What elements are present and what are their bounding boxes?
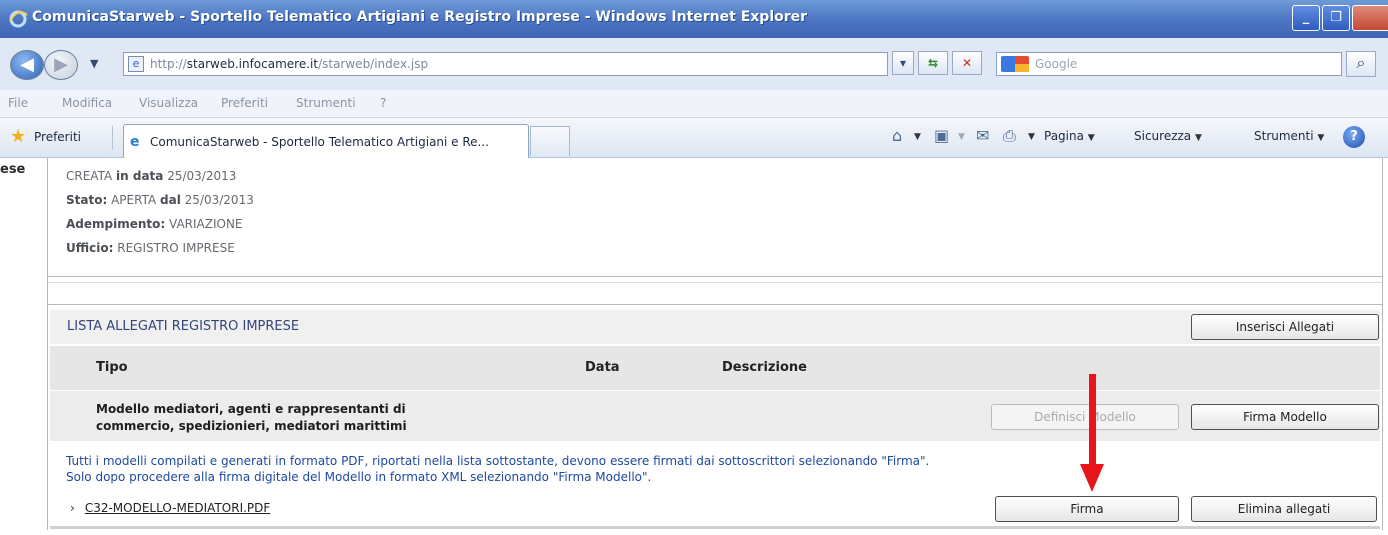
delete-attachments-button[interactable]: Elimina allegati (1191, 496, 1377, 522)
favorites-bar: ★ Preferiti e ComunicaStarweb - Sportell… (0, 118, 1388, 158)
column-tipo: Tipo (96, 360, 128, 375)
favorites-star-icon[interactable]: ★ (10, 128, 26, 146)
insert-attachments-button[interactable]: Inserisci Allegati (1191, 314, 1379, 340)
window-title: ComunicaStarweb - Sportello Telematico A… (32, 9, 808, 25)
back-arrow-icon: ◀ (20, 54, 34, 75)
menu-file[interactable]: File (8, 96, 28, 110)
sign-button[interactable]: Firma (995, 496, 1179, 522)
page-icon: e (128, 56, 144, 72)
model-name: Modello mediatori, agenti e rappresentan… (96, 402, 407, 433)
new-tab-button[interactable] (530, 126, 570, 156)
menu-bar: File Modifica Visualizza Preferiti Strum… (0, 90, 1388, 118)
search-icon[interactable]: ⌕ (1346, 51, 1376, 77)
red-annotation-arrow (1089, 374, 1096, 466)
section-title: LISTA ALLEGATI REGISTRO IMPRESE (67, 319, 300, 334)
menu-visualizza[interactable]: Visualizza (139, 96, 198, 110)
office-line: Ufficio: REGISTRO IMPRESE (66, 241, 235, 255)
divider (48, 304, 1382, 305)
forward-arrow-icon: ▶ (54, 54, 68, 75)
feeds-icon[interactable]: ▣ (934, 126, 949, 145)
practice-info: CREATA in data 25/03/2013 Stato: APERTA … (66, 164, 254, 260)
print-dropdown-icon[interactable]: ▼ (1028, 132, 1035, 142)
print-icon[interactable]: ⎙ (1003, 126, 1016, 146)
left-cut-text: ese (0, 162, 26, 177)
model-row: Modello mediatori, agenti e rappresentan… (50, 391, 1380, 441)
divider (50, 526, 1380, 529)
home-icon[interactable]: ⌂ (892, 126, 902, 145)
menu-help[interactable]: ? (380, 96, 386, 110)
sign-model-button[interactable]: Firma Modello (1191, 404, 1379, 430)
divider (48, 276, 1382, 277)
internet-explorer-icon: e (130, 134, 140, 150)
divider (48, 282, 1382, 283)
url-dropdown-icon[interactable]: ▾ (892, 51, 914, 75)
practice-panel: CREATA in data 25/03/2013 Stato: APERTA … (47, 158, 1383, 530)
attachments-section-header: LISTA ALLEGATI REGISTRO IMPRESE Inserisc… (50, 310, 1380, 344)
stop-icon[interactable]: ✕ (952, 51, 982, 75)
tab-title: ComunicaStarweb - Sportello Telematico A… (150, 135, 489, 149)
help-icon[interactable]: ? (1343, 126, 1365, 148)
recent-pages-dropdown-icon[interactable]: ▼ (90, 57, 98, 70)
url-field[interactable]: e http://starweb.infocamere.it/starweb/i… (123, 52, 888, 76)
favorites-button[interactable]: Preferiti (34, 130, 81, 144)
search-field[interactable]: Google (996, 52, 1342, 76)
tab-comunicastarweb[interactable]: e ComunicaStarweb - Sportello Telematico… (123, 124, 529, 158)
tools-menu[interactable]: Strumenti ▼ (1254, 129, 1324, 143)
menu-preferiti[interactable]: Preferiti (221, 96, 268, 110)
forward-button[interactable]: ▶ (44, 50, 78, 80)
chevron-right-icon: › (70, 501, 75, 515)
url-text: http://starweb.infocamere.it/starweb/ind… (150, 57, 429, 71)
column-descrizione: Descrizione (722, 360, 807, 375)
feeds-dropdown-icon[interactable]: ▼ (958, 132, 965, 142)
window-title-bar: ComunicaStarweb - Sportello Telematico A… (0, 0, 1388, 38)
minimize-button[interactable]: _ (1292, 5, 1320, 31)
internet-explorer-icon (9, 10, 28, 28)
page-menu[interactable]: Pagina ▼ (1044, 129, 1095, 143)
attachments-table-header: Tipo Data Descrizione (50, 346, 1380, 390)
divider (112, 126, 113, 150)
maximize-button[interactable]: ❐ (1322, 5, 1350, 31)
column-data: Data (585, 360, 620, 375)
created-line: CREATA in data 25/03/2013 (66, 169, 237, 183)
define-model-button[interactable]: Definisci Modello (991, 404, 1179, 430)
menu-strumenti[interactable]: Strumenti (296, 96, 356, 110)
search-placeholder: Google (1035, 57, 1078, 71)
home-dropdown-icon[interactable]: ▼ (914, 132, 921, 142)
security-menu[interactable]: Sicurezza ▼ (1134, 129, 1202, 143)
page-content: ese CREATA in data 25/03/2013 Stato: APE… (0, 158, 1388, 535)
signing-instructions: Tutti i modelli compilati e generati in … (66, 454, 930, 484)
menu-modifica[interactable]: Modifica (62, 96, 112, 110)
left-sidebar-cut: ese (0, 158, 47, 535)
google-logo-icon (1001, 56, 1029, 72)
red-annotation-arrow-head (1080, 464, 1104, 492)
address-bar: ◀ ▶ ▼ e http://starweb.infocamere.it/sta… (0, 38, 1388, 90)
back-button[interactable]: ◀ (10, 50, 44, 80)
mail-icon[interactable]: ✉ (976, 126, 989, 145)
state-line: Stato: APERTA dal 25/03/2013 (66, 193, 254, 207)
close-window-button[interactable] (1352, 5, 1388, 31)
refresh-icon[interactable]: ⇆ (918, 51, 948, 75)
pdf-file-link[interactable]: › C32-MODELLO-MEDIATORI.PDF (70, 501, 270, 515)
task-line: Adempimento: VARIAZIONE (66, 217, 243, 231)
